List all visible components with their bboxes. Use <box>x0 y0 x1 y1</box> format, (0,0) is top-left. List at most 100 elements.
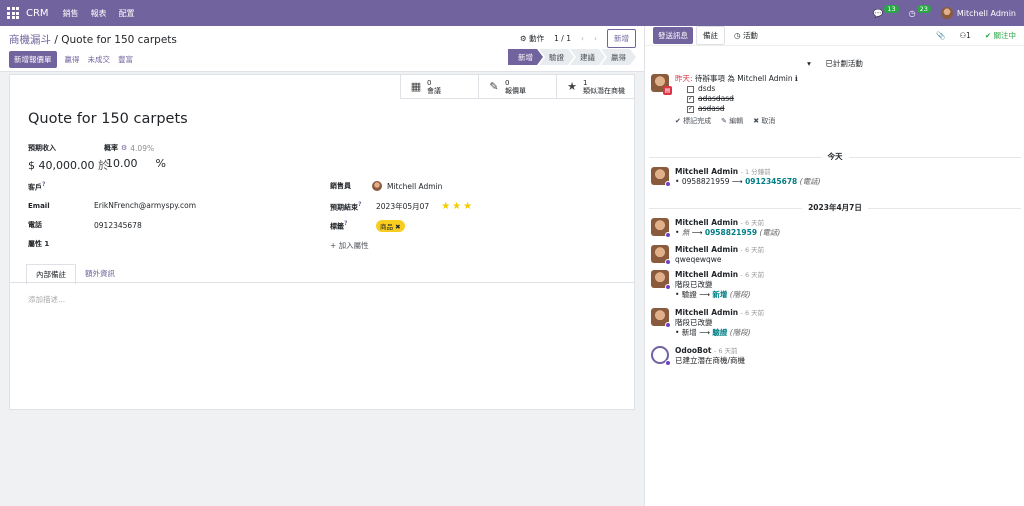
messages-button[interactable]: 💬 13 <box>873 5 899 18</box>
lost-button[interactable]: 未成交 <box>88 54 111 65</box>
customer-row: 客戶? <box>28 181 244 192</box>
cancel-activity-button[interactable]: ✖ 取消 <box>753 116 775 126</box>
avatar <box>940 7 953 19</box>
gear-icon: ⚙ <box>520 34 530 43</box>
action-menu-button[interactable]: ⚙ 動作 <box>520 33 544 44</box>
gear-icon[interactable]: ⚙ <box>121 144 127 152</box>
log-note-button[interactable]: 備註 <box>696 26 725 45</box>
user-menu[interactable]: Mitchell Admin <box>940 7 1016 19</box>
stage-new[interactable]: 新增 <box>508 49 543 65</box>
message-item: Mitchell Admin - 6 天前 • 無 ⟶ 0958821959 (… <box>651 218 1011 238</box>
email-field[interactable]: ErikNFrench@armyspy.com <box>94 201 196 210</box>
activities-button[interactable]: ◷ 23 <box>908 5 931 18</box>
date-separator: 2023年4月7日 <box>645 202 1024 213</box>
statusbar-buttons: 新增報價單 贏得 未成交 豐富 <box>9 51 133 68</box>
tags-row: 標籤? 商品 ✖ <box>330 220 405 232</box>
tag-badge[interactable]: 商品 ✖ <box>376 220 405 232</box>
property-row: 屬性 1 <box>28 240 50 248</box>
message-item: Mitchell Admin - 6 天前 qweqewqwe <box>651 245 1011 265</box>
control-panel: 商機漏斗 / Quote for 150 carpets ⚙ 動作 1 / 1 … <box>0 26 644 72</box>
won-button[interactable]: 贏得 <box>65 54 80 65</box>
form-area: 商機漏斗 / Quote for 150 carpets ⚙ 動作 1 / 1 … <box>0 26 644 506</box>
stage-qualified[interactable]: 驗證 <box>539 49 574 65</box>
pencil-icon: ✎ <box>721 117 730 125</box>
date-separator-today: 今天 <box>645 151 1024 162</box>
description-field[interactable]: 添加描述... <box>28 294 65 305</box>
chevron-right-icon[interactable]: › <box>594 34 597 43</box>
message-item: OdooBot - 6 天前 已建立潛在商機/商機 <box>651 346 1011 366</box>
edit-activity-button[interactable]: ✎ 編輯 <box>721 116 743 126</box>
tab-divider <box>10 282 634 283</box>
calendar-icon: ▦ <box>410 79 422 93</box>
smart-button-quotations[interactable]: ✎ 0 報價單 <box>478 75 556 98</box>
smart-button-meetings[interactable]: ▦ 0 會議 <box>400 75 478 98</box>
smart-buttons: ▦ 0 會議 ✎ 0 報價單 ★ 1 類似潛在商機 <box>400 75 634 99</box>
planned-activities-header[interactable]: ▾ 已計劃活動 <box>645 58 1024 69</box>
arrow-right-icon: ⟶ <box>699 328 710 337</box>
chatter-topbar: 發送訊息 備註 ◷ 活動 📎 ⚇1 ✔ 關注中 <box>645 26 1024 46</box>
check-icon: ✔ <box>675 117 684 125</box>
message-item: Mitchell Admin - 6 天前 階段已改變 • 驗證 ⟶ 新增 (階… <box>651 270 1011 300</box>
salesperson-field[interactable]: Mitchell Admin <box>387 182 442 191</box>
send-message-button[interactable]: 發送訊息 <box>653 27 693 44</box>
checkbox-checked-icon: ✓ <box>687 105 694 113</box>
customer-field[interactable] <box>94 182 244 191</box>
todo-checkbox-item[interactable]: ✓ adasdasd <box>675 94 798 104</box>
activities-count: 23 <box>916 5 931 13</box>
salesperson-row: 銷售員 Mitchell Admin <box>330 181 443 191</box>
activity-avatar: ▤ <box>651 74 672 95</box>
checkbox-icon <box>687 85 694 93</box>
app-menu-button[interactable] <box>0 0 26 26</box>
expected-revenue-field[interactable]: $ 40,000.00 於 <box>28 157 109 173</box>
new-quotation-button[interactable]: 新增報價單 <box>9 51 57 68</box>
menu-configuration[interactable]: 配置 <box>119 8 135 19</box>
star-icon: ★ <box>441 201 453 213</box>
menu-reporting[interactable]: 報表 <box>91 8 107 19</box>
todo-checkbox-item[interactable]: dsds <box>675 84 798 94</box>
message-item: Mitchell Admin - 6 天前 階段已改變 • 新增 ⟶ 驗證 (階… <box>651 308 1011 338</box>
clock-icon: ◷ <box>908 8 916 18</box>
app-brand[interactable]: CRM <box>26 8 49 19</box>
expected-closing-field[interactable]: 2023年05月07 <box>376 201 429 212</box>
clock-icon: ◷ <box>734 31 743 40</box>
auto-probability: 4.09% <box>130 143 155 153</box>
star-icon: ★ <box>452 201 464 213</box>
opportunity-title-field[interactable]: Quote for 150 carpets <box>28 111 188 127</box>
chat-bubble-icon: 💬 <box>873 8 884 18</box>
form-sheet: ▦ 0 會議 ✎ 0 報價單 ★ 1 類似潛在商機 Quote for 150 car… <box>9 74 635 410</box>
todo-icon: ▤ <box>663 86 672 95</box>
stage-proposition[interactable]: 建議 <box>570 49 605 65</box>
star-icon: ★ <box>567 79 577 93</box>
stage-statusbar: 新增 驗證 建議 贏得 <box>512 49 636 65</box>
followers-button[interactable]: ⚇1 <box>959 31 971 40</box>
info-icon[interactable]: ℹ <box>795 74 798 83</box>
add-property-button[interactable]: + 加入屬性 <box>330 240 369 251</box>
todo-checkbox-item[interactable]: ✓ asdasd <box>675 104 798 114</box>
phone-field[interactable]: 0912345678 <box>94 221 142 230</box>
plus-icon: + <box>330 241 339 250</box>
following-button[interactable]: ✔ 關注中 <box>985 30 1016 41</box>
new-record-button[interactable]: 新增 <box>607 29 636 48</box>
arrow-right-icon: ⟶ <box>731 177 743 186</box>
mark-done-button[interactable]: ✔ 標記完成 <box>675 116 711 126</box>
enrich-button[interactable]: 豐富 <box>118 54 133 65</box>
caret-down-icon: ▾ <box>801 59 820 68</box>
smart-button-similar-leads[interactable]: ★ 1 類似潛在商機 <box>556 75 634 98</box>
pager-value[interactable]: 1 / 1 <box>554 34 571 43</box>
arrow-right-icon: ⟶ <box>699 290 710 299</box>
check-icon: ✔ <box>984 31 994 40</box>
close-icon: ✖ <box>395 223 401 231</box>
chevron-left-icon[interactable]: ‹ <box>581 34 584 43</box>
menu-sales[interactable]: 銷售 <box>63 8 79 19</box>
breadcrumb-pipeline-link[interactable]: 商機漏斗 <box>9 34 51 46</box>
paperclip-icon[interactable]: 📎 <box>936 31 945 40</box>
activity-item: ▤ 昨天: 待辦事項 為 Mitchell Admin ℹ dsds ✓ adas… <box>651 74 1011 126</box>
probability-field[interactable]: 10.00 % <box>106 157 166 170</box>
star-icon: ★ <box>463 201 475 213</box>
activities-button[interactable]: ◷ 活動 <box>728 27 764 44</box>
priority-stars[interactable]: ★★★ <box>441 201 474 212</box>
stage-won[interactable]: 贏得 <box>601 49 636 65</box>
expected-revenue-label: 預期收入 <box>28 144 56 152</box>
breadcrumb: 商機漏斗 / Quote for 150 carpets <box>9 34 177 46</box>
phone-row: 電話 0912345678 <box>28 220 142 230</box>
